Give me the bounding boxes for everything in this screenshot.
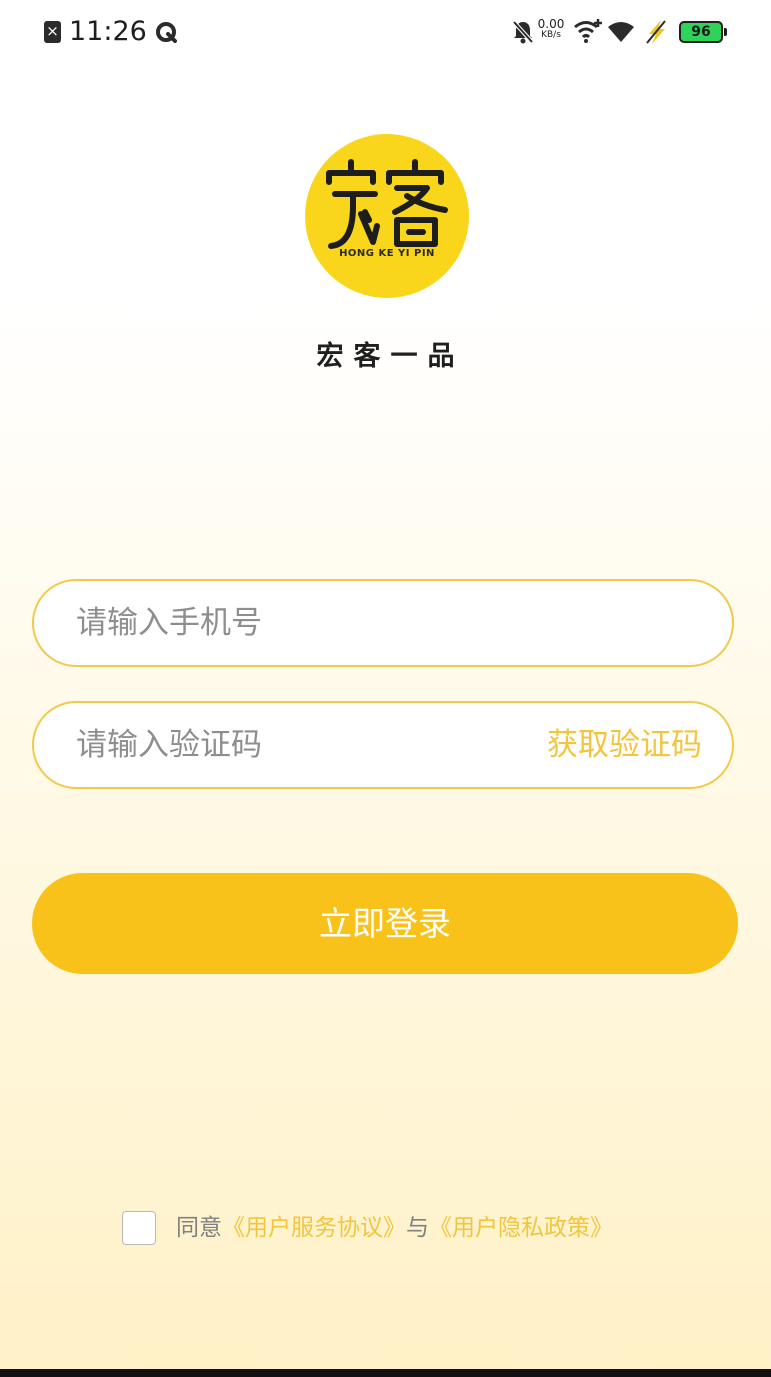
quark-browser-icon <box>156 22 177 43</box>
sim-error-icon <box>44 21 61 43</box>
charging-icon <box>646 20 666 44</box>
app-name: 宏客一品 <box>316 341 465 372</box>
privacy-link[interactable]: 《用户隐私政策》 <box>429 1215 613 1241</box>
net-speed-unit: KB/s <box>541 30 561 40</box>
status-bar: 11:26 0.00 KB/s 96 <box>0 0 771 64</box>
net-speed: 0.00 KB/s <box>535 17 567 41</box>
agreement-row: 同意《用户服务协议》与《用户隐私政策》 <box>122 1210 682 1248</box>
status-time: 11:26 <box>69 16 147 47</box>
navigation-bar <box>0 1369 771 1377</box>
battery-icon: 96 <box>679 21 727 43</box>
logo-mark <box>326 159 448 249</box>
get-code-button[interactable]: 获取验证码 <box>547 703 702 787</box>
status-right-group: 0.00 KB/s 96 <box>487 18 727 46</box>
app-logo: HONG KE YI PIN <box>305 134 469 298</box>
logo-subtitle: HONG KE YI PIN <box>339 248 435 259</box>
agreement-prefix: 同意 <box>176 1215 222 1241</box>
phone-input[interactable] <box>76 581 696 665</box>
terms-link[interactable]: 《用户服务协议》 <box>222 1215 406 1241</box>
wifi-icon <box>608 22 634 42</box>
net-speed-value: 0.00 <box>537 17 565 31</box>
login-button[interactable]: 立即登录 <box>32 873 738 974</box>
battery-level: 96 <box>691 24 711 40</box>
agree-checkbox[interactable] <box>122 1211 156 1245</box>
agreement-connector: 与 <box>406 1215 429 1241</box>
code-input[interactable] <box>76 703 506 787</box>
phone-field <box>32 579 734 667</box>
wifi-plus-icon <box>574 19 602 43</box>
code-field: 获取验证码 <box>32 701 734 789</box>
mute-bell-icon <box>512 20 534 44</box>
agreement-text: 同意《用户服务协议》与《用户隐私政策》 <box>176 1210 613 1246</box>
